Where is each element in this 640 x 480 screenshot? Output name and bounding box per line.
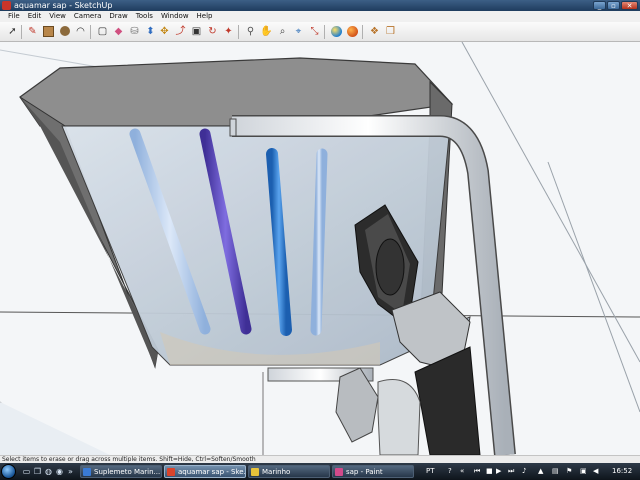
components-icon[interactable]: ❖ (368, 25, 381, 38)
taskbar-item-label: sap - Paint (346, 468, 383, 476)
sketchup-window-icon (167, 468, 175, 476)
taskbar-item-label: aquamar sap - Ske... (178, 468, 246, 476)
offset-icon[interactable]: ▣ (190, 25, 203, 38)
taskbar-item-sketchup[interactable]: aquamar sap - Ske... (164, 465, 246, 478)
menu-help[interactable]: Help (193, 11, 217, 22)
folder-window-icon (251, 468, 259, 476)
help-icon[interactable]: ? (448, 463, 452, 480)
zoom-window-icon[interactable]: ⌖ (292, 25, 305, 38)
menu-draw[interactable]: Draw (105, 11, 131, 22)
tape-measure-icon[interactable]: ⚲ (244, 25, 257, 38)
start-button[interactable] (1, 464, 16, 479)
menu-tools[interactable]: Tools (132, 11, 157, 22)
browser-window-icon (83, 468, 91, 476)
orbit-icon[interactable]: ✋ (260, 25, 273, 38)
push-pull-icon[interactable]: ⬍ (144, 25, 157, 38)
move-icon[interactable]: ✥ (158, 25, 171, 38)
system-tray: PT ? « ⏮ ■ ▶ ⏭ ♪ ▲ ▤ ⚑ ▣ ◀ 16:52 (420, 463, 640, 480)
tube-light-2 (310, 148, 328, 336)
lower-pipe-bend (377, 379, 421, 455)
toolbar-separator (362, 25, 363, 39)
toolbar-separator (21, 25, 22, 39)
google-earth-icon[interactable] (346, 25, 359, 38)
media-play-icon[interactable]: ▶ (496, 463, 501, 480)
show-desktop-icon[interactable]: ▭ (22, 467, 31, 476)
rotated-rectangle-icon[interactable]: ▢ (96, 25, 109, 38)
perspective-line (547, 161, 640, 413)
tray-expand-icon[interactable]: « (460, 463, 464, 480)
follow-me-icon[interactable]: ⤴ (174, 25, 187, 38)
taskbar-item-marinho[interactable]: Marinho (248, 465, 330, 478)
paint-bucket-icon[interactable]: ⛁ (128, 25, 141, 38)
quick-launch-chevron-icon[interactable]: » (66, 467, 75, 476)
menu-camera[interactable]: Camera (70, 11, 105, 22)
menu-file[interactable]: File (4, 11, 24, 22)
circle-tool-icon[interactable] (58, 25, 71, 38)
toolbar-separator (324, 25, 325, 39)
toolbar: ➚ ✎ ◠ ▢ ◆ ⛁ ⬍ ✥ ⤴ ▣ ↻ ✦ ⚲ ✋ ⌕ ⌖ ⤡ ❖ ❒ (0, 22, 640, 42)
display-icon[interactable]: ▣ (580, 463, 587, 480)
sketchup-app-icon[interactable] (2, 1, 11, 10)
maximize-button[interactable]: ▫ (607, 1, 620, 10)
volume-mini-icon[interactable]: ♪ (522, 463, 526, 480)
security-icon[interactable]: ⚑ (566, 463, 572, 480)
geo-location-icon[interactable] (330, 25, 343, 38)
toolbar-separator (238, 25, 239, 39)
clock[interactable]: 16:52 (612, 463, 632, 480)
menu-edit[interactable]: Edit (24, 11, 46, 22)
media-icon[interactable]: ◉ (55, 467, 64, 476)
rectangle-tool-icon[interactable] (42, 25, 55, 38)
get-models-icon[interactable]: ❒ (384, 25, 397, 38)
media-stop-icon[interactable]: ■ (486, 463, 493, 480)
aquarium-lamp-model[interactable] (0, 42, 640, 455)
menu-window[interactable]: Window (157, 11, 193, 22)
scale-icon[interactable]: ✦ (222, 25, 235, 38)
window-controls: _ ▫ ✕ (593, 0, 638, 11)
taskbar-item-label: Suplemeto Marin... (94, 468, 161, 476)
close-button[interactable]: ✕ (621, 1, 638, 10)
arc-tool-icon[interactable]: ◠ (74, 25, 87, 38)
paint-window-icon (335, 468, 343, 476)
language-indicator[interactable]: PT (426, 463, 435, 480)
taskbar-item-label: Marinho (262, 468, 291, 476)
rotate-icon[interactable]: ↻ (206, 25, 219, 38)
select-icon[interactable]: ➚ (6, 25, 19, 38)
zoom-icon[interactable]: ⌕ (276, 25, 289, 38)
window-title: aquamar sap - SketchUp (14, 1, 113, 10)
fan-blade-area (375, 238, 405, 296)
media-next-icon[interactable]: ⏭ (508, 463, 514, 480)
menu-view[interactable]: View (45, 11, 70, 22)
model-viewport[interactable] (0, 42, 640, 455)
zoom-extents-icon[interactable]: ⤡ (308, 25, 321, 38)
switch-windows-icon[interactable]: ❐ (33, 467, 42, 476)
taskbar: ▭ ❐ ◍ ◉ » Suplemeto Marin... aquamar sap… (0, 463, 640, 480)
chevron-up-icon[interactable]: ▲ (538, 463, 543, 480)
floor-plane (0, 402, 110, 455)
eraser-icon[interactable]: ◆ (112, 25, 125, 38)
taskbar-item-suplemeto[interactable]: Suplemeto Marin... (80, 465, 162, 478)
pencil-icon[interactable]: ✎ (26, 25, 39, 38)
network-icon[interactable]: ▤ (552, 463, 559, 480)
browser-icon[interactable]: ◍ (44, 467, 53, 476)
taskbar-item-paint[interactable]: sap - Paint (332, 465, 414, 478)
menu-bar: File Edit View Camera Draw Tools Window … (0, 11, 640, 22)
media-prev-icon[interactable]: ⏮ (474, 463, 480, 480)
volume-icon[interactable]: ◀ (593, 463, 598, 480)
title-bar: aquamar sap - SketchUp _ ▫ ✕ (0, 0, 640, 11)
status-bar: Select items to erase or drag across mul… (0, 455, 640, 463)
pipe-end-cap (229, 118, 237, 137)
minimize-button[interactable]: _ (593, 1, 606, 10)
toolbar-separator (90, 25, 91, 39)
